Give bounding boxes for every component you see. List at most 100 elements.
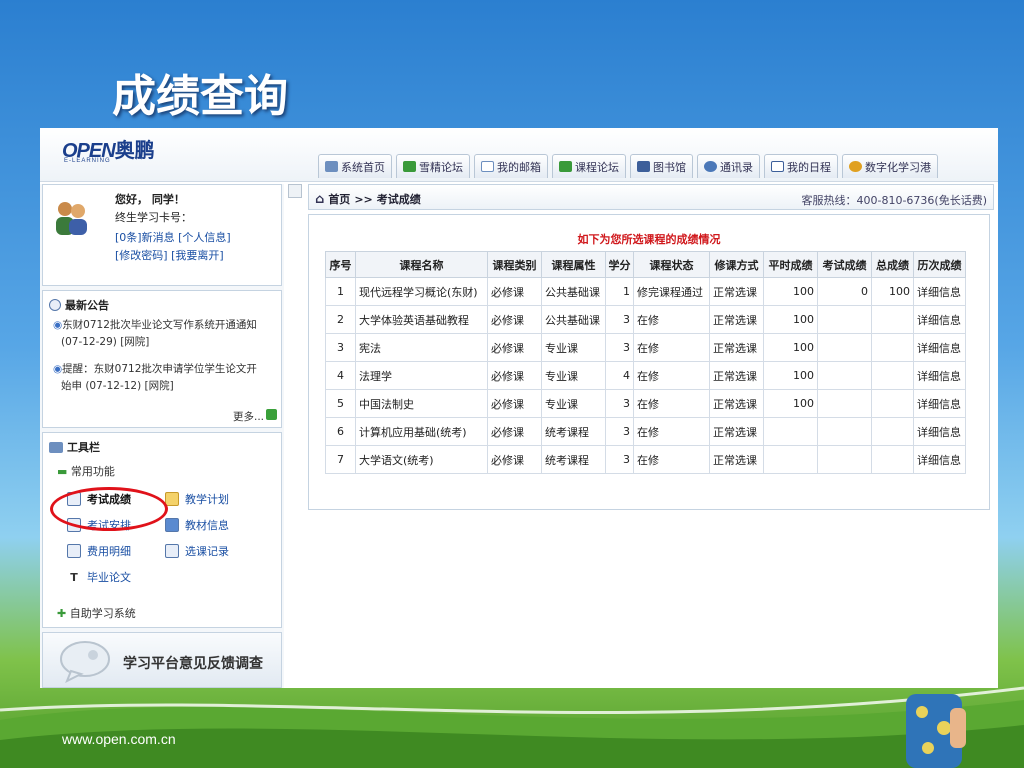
logout-link[interactable]: [我要离开] xyxy=(171,249,224,262)
course-record-icon xyxy=(165,544,179,558)
toolbar-title: 工具栏 xyxy=(67,441,100,454)
detail-link[interactable]: 详细信息 xyxy=(913,445,966,474)
arrow-icon xyxy=(266,409,277,420)
tool-fee[interactable]: 费用明细 xyxy=(67,543,131,559)
person-illustration xyxy=(906,694,966,768)
table-cell xyxy=(871,361,914,390)
table-cell xyxy=(871,417,914,446)
table-cell: 在修 xyxy=(633,445,710,474)
col-header: 序号 xyxy=(325,251,356,278)
table-cell: 专业课 xyxy=(541,389,606,418)
table-cell: 在修 xyxy=(633,361,710,390)
table-cell: 1 xyxy=(605,277,634,306)
table-cell: 中国法制史 xyxy=(355,389,488,418)
feedback-banner[interactable]: 学习平台意见反馈调查 xyxy=(42,632,282,688)
table-cell xyxy=(817,305,872,334)
table-cell: 100 xyxy=(763,333,818,362)
notice-item[interactable]: ◉东财0712批次毕业论文写作系统开通通知 (07-12-29) [网院] xyxy=(53,317,278,351)
greeting: 您好， 同学！ xyxy=(115,193,185,206)
detail-link[interactable]: 详细信息 xyxy=(913,277,966,306)
textbook-icon xyxy=(165,518,179,532)
new-messages-link[interactable]: [0条]新消息 xyxy=(115,231,175,244)
table-cell xyxy=(871,305,914,334)
table-cell: 100 xyxy=(763,389,818,418)
table-cell: 正常选课 xyxy=(709,361,764,390)
table-cell: 4 xyxy=(325,361,356,390)
card-label: 终生学习卡号： xyxy=(115,211,192,224)
table-cell xyxy=(763,417,818,446)
table-cell: 修完课程通过 xyxy=(633,277,710,306)
detail-link[interactable]: 详细信息 xyxy=(913,389,966,418)
table-cell: 正常选课 xyxy=(709,417,764,446)
table-cell: 3 xyxy=(605,333,634,362)
table-cell xyxy=(763,445,818,474)
table-cell: 在修 xyxy=(633,333,710,362)
table-cell: 1 xyxy=(325,277,356,306)
speech-bubble-icon xyxy=(60,641,110,683)
table-cell: 3 xyxy=(605,417,634,446)
table-cell xyxy=(817,389,872,418)
table-cell: 公共基础课 xyxy=(541,277,606,306)
highlight-circle xyxy=(50,487,168,531)
detail-link[interactable]: 详细信息 xyxy=(913,361,966,390)
table-cell: 在修 xyxy=(633,305,710,334)
tab-home[interactable]: 系统首页 xyxy=(318,154,392,178)
table-cell: 专业课 xyxy=(541,361,606,390)
table-cell: 必修课 xyxy=(487,417,542,446)
table-row: 7 大学语文(统考) 必修课 统考课程 3 在修 正常选课 详细信息 xyxy=(325,445,966,474)
thesis-icon: T xyxy=(70,570,78,584)
fee-icon xyxy=(67,544,81,558)
col-header: 修课方式 xyxy=(709,251,764,278)
tab-forum[interactable]: 雪精论坛 xyxy=(396,154,470,178)
tab-library[interactable]: 图书馆 xyxy=(630,154,693,178)
table-cell: 宪法 xyxy=(355,333,488,362)
feedback-text: 学习平台意见反馈调查 xyxy=(123,656,263,672)
collapse-handle[interactable] xyxy=(288,184,302,198)
table-cell: 2 xyxy=(325,305,356,334)
table-cell: 正常选课 xyxy=(709,445,764,474)
col-header: 课程状态 xyxy=(633,251,710,278)
logo-cn: 奥鹏 xyxy=(114,138,155,162)
left-column: 您好， 同学！ 终生学习卡号： [0条]新消息 [个人信息] [修改密码] [我… xyxy=(40,184,284,688)
top-bar: OPEN奥鹏 E-LEARNING 系统首页 雪精论坛 我的邮箱 课程论坛 图书… xyxy=(40,128,998,182)
tool-teaching-plan[interactable]: 教学计划 xyxy=(165,491,229,507)
tab-mail[interactable]: 我的邮箱 xyxy=(474,154,548,178)
table-cell: 计算机应用基础(统考) xyxy=(355,417,488,446)
table-cell: 正常选课 xyxy=(709,305,764,334)
personal-info-link[interactable]: [个人信息] xyxy=(178,231,231,244)
footer-url: www.open.com.cn xyxy=(62,731,176,747)
more-link[interactable]: 更多... xyxy=(233,409,277,424)
tab-course-forum[interactable]: 课程论坛 xyxy=(552,154,626,178)
table-cell: 法理学 xyxy=(355,361,488,390)
tool-thesis[interactable]: T 毕业论文 xyxy=(67,569,131,585)
home-icon: ⌂ xyxy=(315,191,325,207)
detail-link[interactable]: 详细信息 xyxy=(913,333,966,362)
tab-contacts[interactable]: 通讯录 xyxy=(697,154,760,178)
tool-textbook[interactable]: 教材信息 xyxy=(165,517,229,533)
hotline: 客服热线：400-810-6736(免长话费) xyxy=(801,194,987,207)
breadcrumb-home[interactable]: 首页 xyxy=(328,191,350,207)
main-content: ⌂ 首页 >> 考试成绩 客服热线：400-810-6736(免长话费) 如下为… xyxy=(308,184,998,514)
tab-calendar[interactable]: 我的日程 xyxy=(764,154,838,178)
table-cell: 正常选课 xyxy=(709,277,764,306)
table-cell xyxy=(817,361,872,390)
table-cell: 4 xyxy=(605,361,634,390)
breadcrumb-bar: ⌂ 首页 >> 考试成绩 客服热线：400-810-6736(免长话费) xyxy=(308,184,994,210)
tool-course-record[interactable]: 选课记录 xyxy=(165,543,229,559)
calendar-icon xyxy=(771,161,784,172)
self-study-system[interactable]: ✚ 自助学习系统 xyxy=(57,605,136,621)
detail-link[interactable]: 详细信息 xyxy=(913,305,966,334)
plus-icon: ✚ xyxy=(57,607,67,620)
notice-item[interactable]: ◉提醒：东财0712批次申请学位学生论文开 始申 (07-12-12) [网院] xyxy=(53,361,278,395)
detail-link[interactable]: 详细信息 xyxy=(913,417,966,446)
course-forum-icon xyxy=(559,161,572,172)
table-row: 3 宪法 必修课 专业课 3 在修 正常选课 100 详细信息 xyxy=(325,333,966,362)
tab-digital-port[interactable]: 数字化学习港 xyxy=(842,154,938,178)
col-header: 考试成绩 xyxy=(817,251,872,278)
table-row: 6 计算机应用基础(统考) 必修课 统考课程 3 在修 正常选课 详细信息 xyxy=(325,417,966,446)
table-cell: 在修 xyxy=(633,389,710,418)
home-icon xyxy=(325,161,338,172)
grades-panel: 如下为您所选课程的成绩情况 序号 课程名称 课程类别 课程属性 学分 课程状态 … xyxy=(308,214,990,510)
breadcrumb-sep: >> xyxy=(354,192,373,206)
change-password-link[interactable]: [修改密码] xyxy=(115,249,168,262)
